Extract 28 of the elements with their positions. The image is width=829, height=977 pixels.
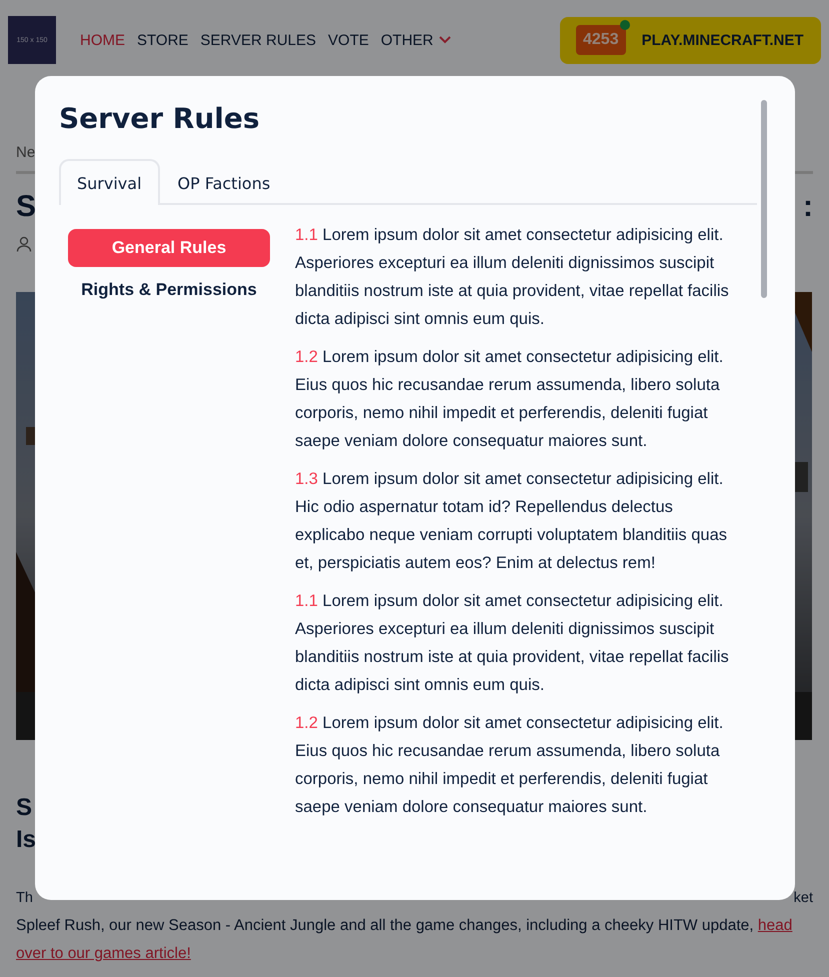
modal-title: Server Rules xyxy=(59,102,261,135)
scrollbar-thumb[interactable] xyxy=(761,100,767,298)
tab[interactable]: Survival xyxy=(59,159,160,205)
intro-text-end: ket xyxy=(794,889,813,908)
nav-link[interactable]: STORE xyxy=(137,32,188,48)
nav-link[interactable]: SERVER RULES xyxy=(200,32,316,48)
games-article-link[interactable]: head xyxy=(758,917,792,934)
rule-item: 1.2 Lorem ipsum dolor sit amet consectetur adipisicing elit. Eius quos hic recusandae rerum assumenda, libero soluta corporis, nemo nihil impedit et perferendis, deleniti fugiat saepe veniam dolore consequatur maiores sunt. xyxy=(295,713,724,818)
server-address-button[interactable]: 4253 PLAY.MINECRAFT.NET xyxy=(560,16,821,64)
nav-link[interactable]: VOTE xyxy=(328,32,369,48)
article-title: S xyxy=(16,190,36,224)
chevron-down-icon xyxy=(439,36,452,44)
section-button[interactable]: General Rules xyxy=(68,229,270,267)
section-heading: S Is xyxy=(16,793,36,855)
nav-link[interactable]: HOME xyxy=(80,32,125,48)
rule-item: 1.1 Lorem ipsum dolor sit amet consectetur adipisicing elit. Asperiores excepturi ea illum deleniti dignissimos suscipit blanditiis nostrum iste at quia provident, vitae repellat facilis dicta adipisci sint omnis eum quis. xyxy=(295,225,730,330)
games-article-link[interactable]: over to our games article! xyxy=(16,945,191,962)
intro-paragraph: Spleef Rush, our new Season - Ancient Jungle and all the game changes, including a cheeky HITW update, head over to our games article! xyxy=(16,916,794,964)
tab[interactable]: OP Factions xyxy=(160,159,288,205)
intro-text: Th xyxy=(16,889,33,908)
server-address: PLAY.MINECRAFT.NET xyxy=(642,32,804,48)
rule-item: 1.3 Lorem ipsum dolor sit amet consectetur adipisicing elit. Hic odio aspernatur totam id? Repellendus delectus explicabo neque veniam corrupti voluptatem blanditiis quas et, perspiciatis autem eos? Enim at delectus rem! xyxy=(295,469,728,574)
nav-dropdown[interactable]: OTHER xyxy=(380,32,452,48)
rule-item: 1.1 Lorem ipsum dolor sit amet consectetur adipisicing elit. Asperiores excepturi ea illum deleniti dignissimos suscipit blanditiis nostrum iste at quia provident, vitae repellat facilis dicta adipisci sint omnis eum quis. xyxy=(295,591,730,696)
user-icon xyxy=(16,236,32,252)
section-button[interactable]: Rights & Permissions xyxy=(68,271,270,309)
article-title-end: : xyxy=(803,190,813,224)
rule-item: 1.2 Lorem ipsum dolor sit amet consectetur adipisicing elit. Eius quos hic recusandae rerum assumenda, libero soluta corporis, nemo nihil impedit et perferendis, deleniti fugiat saepe veniam dolore consequatur maiores sunt. xyxy=(295,347,724,452)
